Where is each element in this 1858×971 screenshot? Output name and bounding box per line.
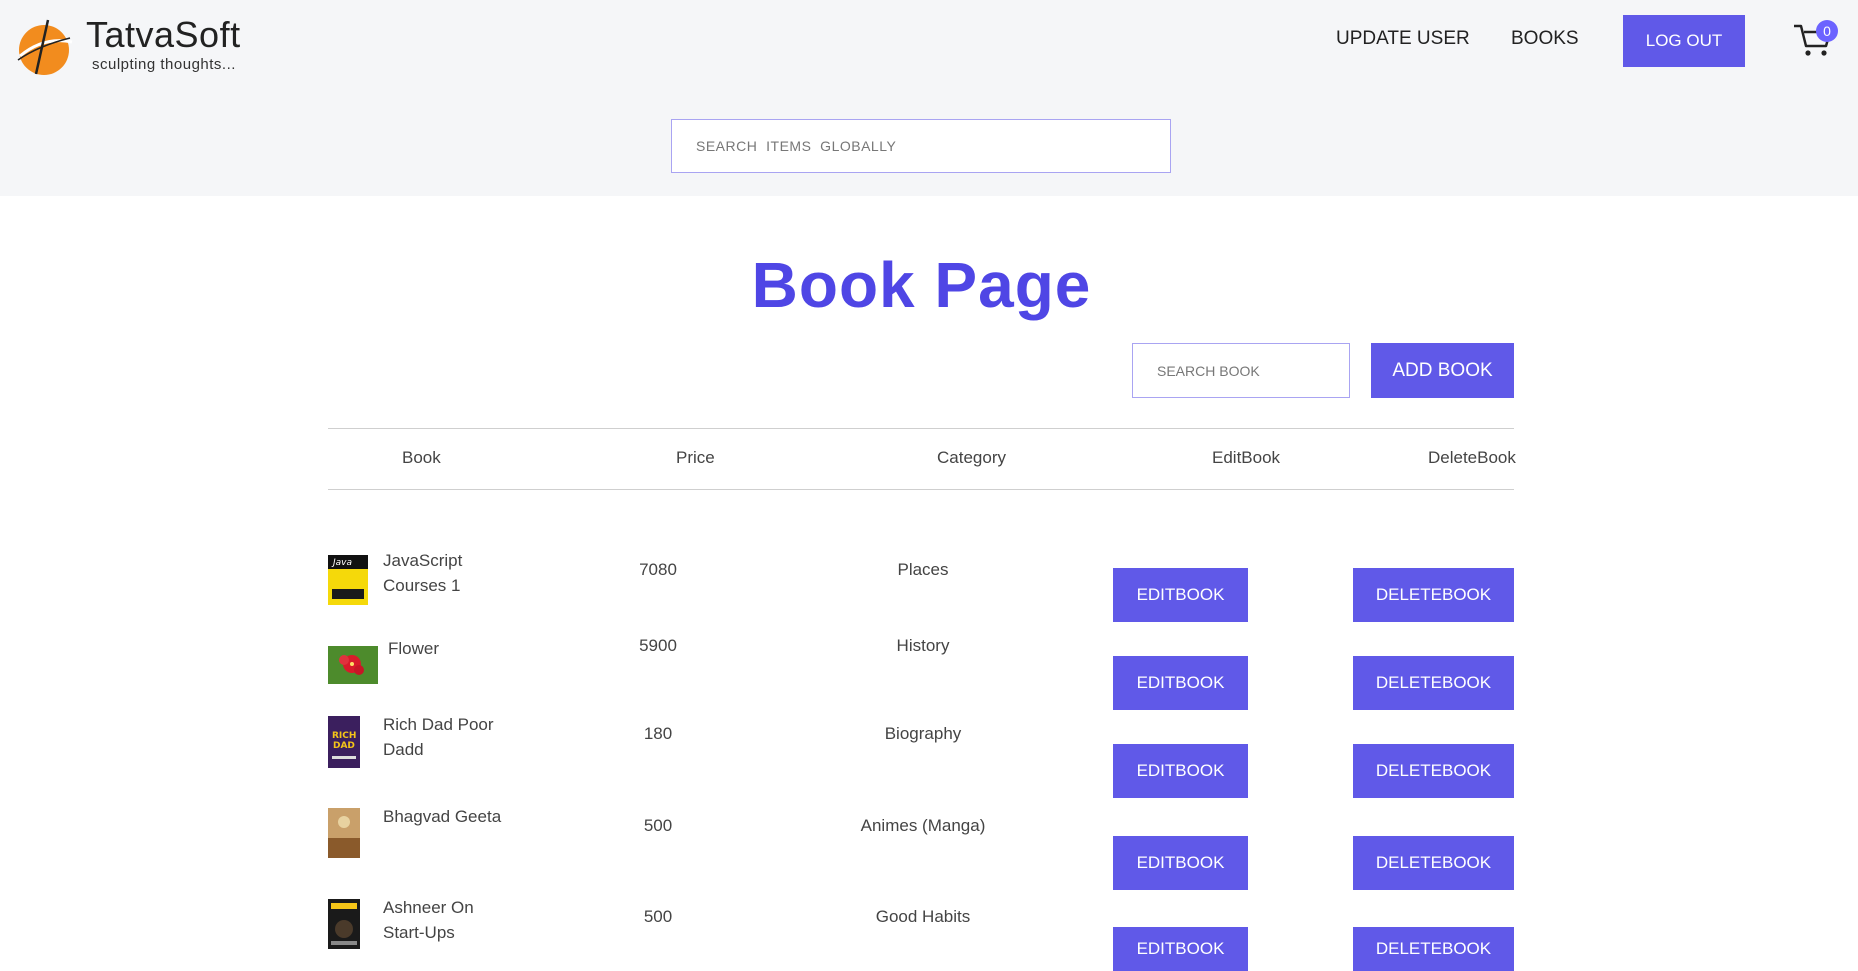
book-price: 5900 [639,636,677,655]
book-category: Biography [884,724,962,743]
top-header: TatvaSoft sculpting thoughts... UPDATE U… [0,0,1858,196]
svg-text:DAD: DAD [333,741,355,751]
header-deletebook: DeleteBook [1428,448,1516,467]
page-title: Book Page [751,249,1092,321]
edit-book-button[interactable]: EDITBOOK [1113,744,1248,798]
book-cover-image [328,646,378,684]
book-price: 500 [643,816,673,835]
brand-tagline: sculpting thoughts... [92,56,236,73]
delete-book-button[interactable]: DELETEBOOK [1353,656,1514,710]
book-category: Good Habits [875,907,971,926]
brand-logo[interactable]: TatvaSoft sculpting thoughts... [14,14,274,80]
table-top-divider [328,428,1514,429]
book-cover-image [328,808,360,858]
book-price: 7080 [639,560,677,579]
book-title: Bhagvad Geeta [383,807,502,826]
header-editbook: EditBook [1212,448,1281,467]
svg-text:RICH: RICH [332,731,356,741]
book-title: Flower [388,639,440,658]
global-search-input[interactable] [671,119,1171,173]
book-cover-image [328,899,360,949]
nav-books[interactable]: BOOKS [1511,28,1579,50]
edit-book-button[interactable]: EDITBOOK [1113,927,1248,971]
book-category: History [896,636,950,655]
book-cover-image: Java [328,555,368,605]
book-category: Animes (Manga) [860,816,986,835]
book-title: Rich Dad Poor Dadd [383,715,494,759]
cart-count-badge: 0 [1816,20,1838,42]
edit-book-button[interactable]: EDITBOOK [1113,656,1248,710]
book-title: JavaScript Courses 1 [383,551,463,595]
delete-book-button[interactable]: DELETEBOOK [1353,836,1514,890]
logout-button[interactable]: LOG OUT [1623,15,1745,67]
svg-text:Java: Java [331,558,352,568]
tatvasoft-logo-icon [17,19,73,75]
delete-book-button[interactable]: DELETEBOOK [1353,568,1514,622]
book-search-input[interactable] [1132,343,1350,398]
book-price: 500 [643,907,673,926]
book-title: Ashneer On Start-Ups [383,898,474,942]
book-cover-image: RICH DAD [328,716,360,768]
delete-book-button[interactable]: DELETEBOOK [1353,744,1514,798]
header-price: Price [676,448,715,467]
add-book-button[interactable]: ADD BOOK [1371,343,1514,398]
delete-book-button[interactable]: DELETEBOOK [1353,927,1514,971]
edit-book-button[interactable]: EDITBOOK [1113,568,1248,622]
nav-update-user[interactable]: UPDATE USER [1336,28,1470,50]
book-price: 180 [643,724,673,743]
edit-book-button[interactable]: EDITBOOK [1113,836,1248,890]
header-category: Category [937,448,1006,467]
brand-name: TatvaSoft [86,14,241,55]
header-book: Book [402,448,441,467]
book-category: Places [897,560,949,579]
table-header-divider [328,489,1514,490]
